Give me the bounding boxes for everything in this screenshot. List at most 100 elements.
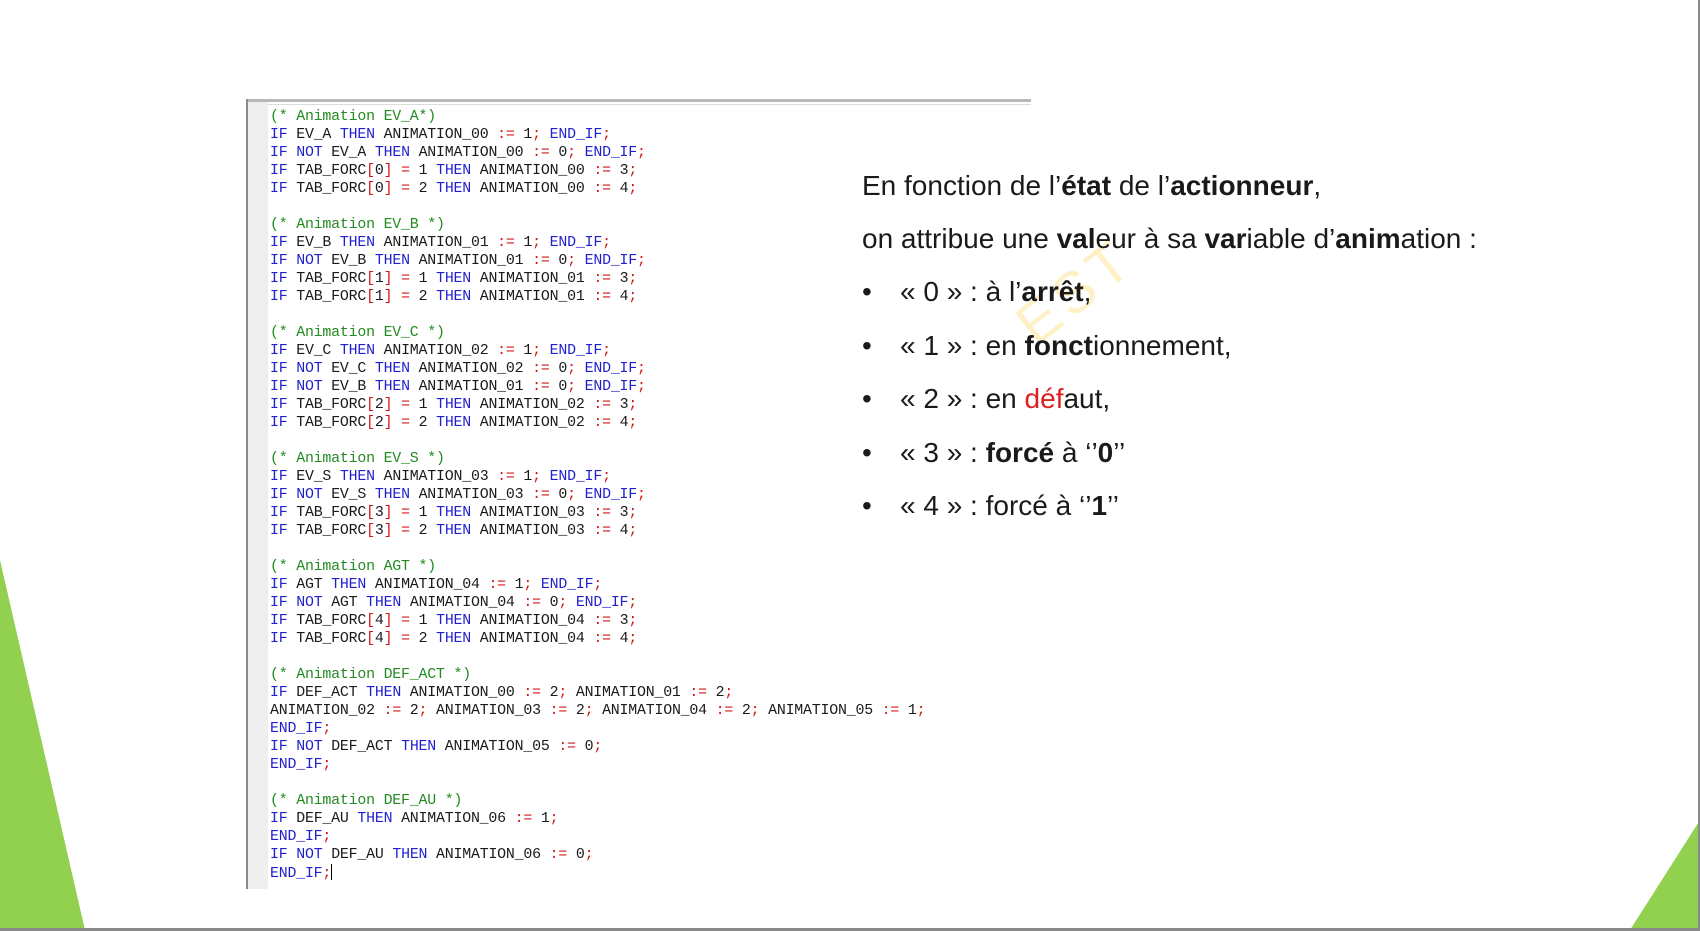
code-text: 3: [374, 523, 384, 539]
code-keyword: END_IF: [584, 361, 638, 377]
text-segment: on attribue une: [862, 223, 1057, 254]
editor-gutter: [248, 102, 268, 889]
code-keyword: THEN: [374, 253, 410, 269]
code-operator: ;: [602, 127, 611, 143]
code-keyword: THEN: [436, 631, 472, 647]
code-operator: =: [401, 397, 410, 413]
structured-text-code[interactable]: (* Animation EV_A*) IF EV_A THEN ANIMATIO…: [270, 108, 926, 882]
text-segment: ’’: [1113, 436, 1126, 468]
code-text: ANIMATION_04: [471, 613, 594, 629]
code-keyword: END_IF: [549, 127, 603, 143]
code-text: ANIMATION_01: [409, 379, 533, 395]
bullet-item: « 3 » : forcé à ‘’0’’: [900, 437, 1125, 469]
bold-text: val: [1056, 223, 1096, 254]
text-segment: « 0 » : à l’: [900, 276, 1022, 307]
code-operator: ;: [628, 289, 638, 305]
bullet-item: « 0 » : à l’arrêt,: [900, 276, 1091, 308]
code-text: EV_S: [322, 487, 375, 503]
code-operator: ;: [322, 721, 332, 737]
code-keyword: IF: [270, 415, 288, 431]
code-operator: [: [366, 163, 375, 179]
code-comment: (* Animation AGT *): [270, 559, 436, 575]
bullet-symbol: •: [862, 329, 872, 361]
text-segment: de l’: [1111, 170, 1171, 201]
code-operator: ;: [637, 379, 646, 395]
code-text: 1: [374, 271, 384, 287]
code-text: AGT: [322, 595, 367, 611]
code-keyword: THEN: [331, 577, 367, 593]
code-text: 3: [610, 505, 629, 521]
code-line: (* Animation DEF_ACT *): [270, 666, 925, 684]
code-keyword: NOT: [296, 595, 323, 611]
text-segment: ionnement,: [1092, 329, 1232, 361]
code-text: DEF_ACT: [322, 739, 402, 755]
code-text: 1: [409, 505, 437, 521]
code-text: ANIMATION_05: [759, 703, 882, 719]
code-line: IF NOT EV_A THEN ANIMATION_00 := 0; END_…: [270, 144, 925, 162]
code-keyword: THEN: [374, 487, 410, 503]
bold-text: 0: [1097, 436, 1114, 468]
code-line: END_IF;: [270, 756, 925, 774]
code-text: 1: [899, 703, 917, 719]
bold-text: var: [1204, 223, 1247, 254]
code-keyword: THEN: [436, 181, 472, 197]
code-text: 4: [610, 181, 629, 197]
code-text: EV_C: [322, 361, 375, 377]
code-text: TAB_FORC: [287, 289, 367, 305]
code-keyword: IF: [270, 181, 288, 197]
code-comment: (* Animation EV_B *): [270, 217, 445, 233]
code-text: 2: [409, 415, 437, 431]
code-line: (* Animation AGT *): [270, 558, 925, 576]
code-text: TAB_FORC: [287, 415, 367, 431]
code-text: ANIMATION_01: [374, 235, 498, 251]
code-text: 1: [409, 163, 437, 179]
code-keyword: END_IF: [584, 145, 638, 161]
code-keyword: IF: [270, 595, 288, 611]
code-text: TAB_FORC: [287, 163, 367, 179]
code-operator: ;: [558, 685, 568, 701]
bullet-symbol: •: [862, 436, 872, 468]
code-keyword: IF: [270, 361, 288, 377]
code-line: IF TAB_FORC[2] = 2 THEN ANIMATION_02 := …: [270, 414, 925, 432]
code-line: (* Animation EV_A*): [270, 108, 925, 126]
code-text: EV_B: [287, 235, 340, 251]
code-operator: ;: [532, 343, 541, 359]
code-text: 3: [610, 163, 629, 179]
code-keyword: NOT: [296, 145, 323, 161]
code-text: TAB_FORC: [287, 631, 367, 647]
code-line: IF TAB_FORC[0] = 1 THEN ANIMATION_00 := …: [270, 162, 925, 180]
code-operator: :=: [558, 739, 576, 755]
code-operator: ;: [567, 361, 576, 377]
code-operator: [: [366, 289, 375, 305]
code-operator: :=: [532, 361, 550, 377]
code-text: 2: [567, 703, 585, 719]
code-operator: ;: [628, 631, 638, 647]
editor-top-border: [246, 99, 1031, 102]
code-text: 1: [514, 235, 533, 251]
bold-text: état: [1061, 170, 1112, 201]
code-keyword: IF: [270, 847, 288, 863]
code-keyword: THEN: [436, 271, 472, 287]
code-text: 4: [374, 613, 384, 629]
code-operator: :=: [593, 181, 611, 197]
code-text: 2: [409, 181, 437, 197]
code-operator: ;: [418, 703, 428, 719]
code-operator: ;: [628, 181, 638, 197]
code-text: 0: [374, 181, 384, 197]
code-text: 4: [374, 631, 384, 647]
code-text: TAB_FORC: [287, 397, 367, 413]
code-operator: =: [401, 271, 410, 287]
bullet-item: « 1 » : en fonctionnement,: [900, 330, 1232, 362]
code-comment: (* Animation EV_S *): [270, 451, 445, 467]
code-operator: :=: [549, 703, 568, 719]
text-segment: ’’: [1107, 490, 1119, 521]
code-keyword: END_IF: [270, 721, 323, 737]
code-keyword: IF: [270, 739, 288, 755]
code-text: 1: [409, 271, 437, 287]
text-segment: « 4 » : forcé à ‘’: [900, 490, 1092, 521]
